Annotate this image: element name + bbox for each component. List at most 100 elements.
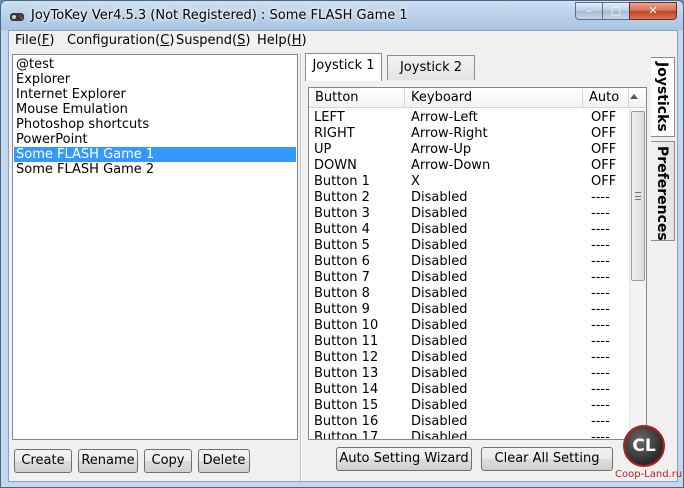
table-row[interactable]: Button 15 Disabled ---- <box>309 398 629 414</box>
table-row[interactable]: Button 5 Disabled ---- <box>309 238 629 254</box>
table-row[interactable]: Button 4 Disabled ---- <box>309 222 629 238</box>
cell-auto: ---- <box>591 366 610 381</box>
rename-button[interactable]: Rename <box>78 449 138 473</box>
create-button[interactable]: Create <box>14 449 72 473</box>
maximize-button[interactable]: □ <box>602 2 630 20</box>
delete-button[interactable]: Delete <box>198 449 250 473</box>
scrollbar-thumb[interactable] <box>631 111 645 281</box>
cell-keyboard: Arrow-Down <box>411 158 491 173</box>
panel-splitter[interactable] <box>300 53 302 481</box>
button-mapping-grid[interactable]: Button Keyboard Auto LEFT Arrow-Left OFF R… <box>308 87 647 440</box>
table-row[interactable]: Button 16 Disabled ---- <box>309 414 629 430</box>
menu-configuration-end: ) <box>169 33 175 48</box>
menu-help[interactable]: Help(H) <box>257 33 307 48</box>
menu-file[interactable]: File(F) <box>15 33 54 48</box>
minimize-icon: – <box>586 4 592 17</box>
table-row[interactable]: LEFT Arrow-Left OFF <box>309 110 629 126</box>
tab-joystick-2[interactable]: Joystick 2 <box>387 55 475 80</box>
table-row[interactable]: Button 7 Disabled ---- <box>309 270 629 286</box>
table-row[interactable]: Button 8 Disabled ---- <box>309 286 629 302</box>
profile-list[interactable]: @test Explorer Internet Explorer Mouse E… <box>12 54 298 440</box>
cell-auto: ---- <box>591 206 610 221</box>
copy-button[interactable]: Copy <box>144 449 192 473</box>
clear-all-setting-button[interactable]: Clear All Setting <box>481 447 613 471</box>
grid-header: Button Keyboard Auto <box>309 88 646 108</box>
minimize-button[interactable]: – <box>575 2 603 20</box>
cell-button: Button 1 <box>314 174 370 189</box>
column-header-keyboard[interactable]: Keyboard <box>405 88 583 108</box>
auto-setting-wizard-button[interactable]: Auto Setting Wizard <box>336 447 472 471</box>
tab-joystick-1[interactable]: Joystick 1 <box>305 53 382 81</box>
table-row[interactable]: Button 6 Disabled ---- <box>309 254 629 270</box>
menu-file-label: File( <box>15 33 42 48</box>
menu-bar: File(F) Configuration(C) Suspend(S) Help… <box>9 31 677 51</box>
table-row[interactable]: Button 11 Disabled ---- <box>309 334 629 350</box>
close-button[interactable]: ✕ <box>629 2 677 20</box>
cell-button: Button 15 <box>314 398 379 413</box>
cell-button: LEFT <box>314 110 345 125</box>
tab-preferences[interactable]: Preferences <box>651 141 675 241</box>
profile-item[interactable]: PowerPoint <box>14 132 296 147</box>
table-row[interactable]: DOWN Arrow-Down OFF <box>309 158 629 174</box>
profile-item[interactable]: @test <box>14 57 296 72</box>
cell-keyboard: Disabled <box>411 286 468 301</box>
cell-auto: ---- <box>591 286 610 301</box>
column-header-button[interactable]: Button <box>309 88 405 108</box>
cell-button: Button 8 <box>314 286 370 301</box>
profile-item[interactable]: Internet Explorer <box>14 87 296 102</box>
cell-keyboard: Disabled <box>411 254 468 269</box>
vertical-scrollbar[interactable] <box>629 109 646 439</box>
profile-item[interactable]: Photoshop shortcuts <box>14 117 296 132</box>
window-title: JoyToKey Ver4.5.3 (Not Registered) : Som… <box>31 8 408 23</box>
scroll-up-arrow-icon[interactable] <box>630 94 638 99</box>
cell-auto: ---- <box>591 222 610 237</box>
menu-help-label: Help( <box>257 33 292 48</box>
table-row[interactable]: Button 3 Disabled ---- <box>309 206 629 222</box>
cell-auto: ---- <box>591 414 610 429</box>
table-row[interactable]: Button 12 Disabled ---- <box>309 350 629 366</box>
watermark-site: Coop-Land.ru <box>615 469 683 480</box>
table-row[interactable]: Button 17 Disabled ---- <box>309 430 629 439</box>
tab-joysticks-label: Joysticks <box>654 62 670 132</box>
cell-keyboard: X <box>411 174 420 189</box>
cell-auto: OFF <box>591 110 617 125</box>
table-row[interactable]: Button 2 Disabled ---- <box>309 190 629 206</box>
menu-configuration-accel: C <box>160 33 170 48</box>
table-row[interactable]: UP Arrow-Up OFF <box>309 142 629 158</box>
tab-joysticks[interactable]: Joysticks <box>651 57 675 137</box>
profile-item[interactable]: Mouse Emulation <box>14 102 296 117</box>
cell-button: Button 3 <box>314 206 370 221</box>
cell-button: Button 14 <box>314 382 379 397</box>
cell-keyboard: Disabled <box>411 318 468 333</box>
menu-suspend[interactable]: Suspend(S) <box>176 33 250 48</box>
cell-keyboard: Disabled <box>411 238 468 253</box>
cell-keyboard: Disabled <box>411 350 468 365</box>
cell-auto: ---- <box>591 302 610 317</box>
cell-button: DOWN <box>314 158 357 173</box>
cell-auto: ---- <box>591 318 610 333</box>
table-row[interactable]: Button 14 Disabled ---- <box>309 382 629 398</box>
cell-button: Button 11 <box>314 334 379 349</box>
menu-configuration[interactable]: Configuration(C) <box>67 33 174 48</box>
cell-keyboard: Disabled <box>411 398 468 413</box>
profile-item[interactable]: Explorer <box>14 72 296 87</box>
table-row[interactable]: Button 10 Disabled ---- <box>309 318 629 334</box>
table-row[interactable]: Button 9 Disabled ---- <box>309 302 629 318</box>
cell-button: Button 12 <box>314 350 379 365</box>
menu-suspend-end: ) <box>245 33 251 48</box>
cell-button: Button 4 <box>314 222 370 237</box>
profile-item-selected[interactable]: Some FLASH Game 1 <box>14 147 296 162</box>
menu-help-accel: H <box>291 33 302 48</box>
column-header-auto[interactable]: Auto <box>583 88 629 108</box>
title-bar[interactable]: JoyToKey Ver4.5.3 (Not Registered) : Som… <box>1 1 683 30</box>
joytokey-app-icon <box>10 13 24 21</box>
cell-auto: OFF <box>591 142 617 157</box>
cell-button: Button 5 <box>314 238 370 253</box>
cell-button: Button 16 <box>314 414 379 429</box>
cell-auto: ---- <box>591 350 610 365</box>
profile-item[interactable]: Some FLASH Game 2 <box>14 162 296 177</box>
table-row[interactable]: Button 13 Disabled ---- <box>309 366 629 382</box>
table-row[interactable]: Button 1 X OFF <box>309 174 629 190</box>
table-row[interactable]: RIGHT Arrow-Right OFF <box>309 126 629 142</box>
cell-keyboard: Arrow-Up <box>411 142 472 157</box>
